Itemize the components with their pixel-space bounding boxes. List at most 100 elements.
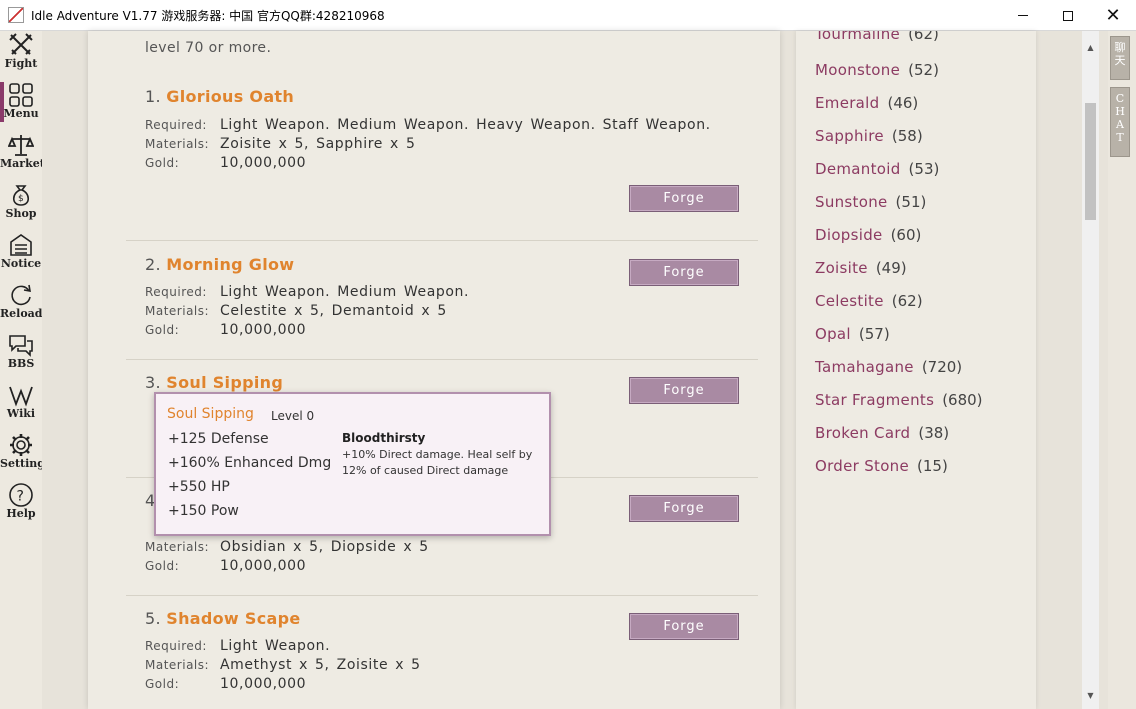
item-tooltip: Soul Sipping Level 0 +125 Defense +160% … (154, 392, 551, 536)
forge-recipe-panel: level 70 or more. 1. Glorious Oath Requi… (88, 31, 780, 709)
chat-tab-en[interactable]: CHAT (1110, 87, 1130, 157)
left-nav: Fight Menu Market $ Shop Notice Reload B… (0, 31, 45, 709)
recipe-required-row: Required: Light Weapon. Medium Weapon. He… (145, 117, 711, 133)
recipe-gold-row: Gold: 10,000,000 (145, 322, 307, 338)
nav-notice[interactable]: Notice (0, 231, 42, 281)
nav-notice-label: Notice (0, 257, 42, 270)
nav-menu[interactable]: Menu (0, 81, 42, 131)
list-item[interactable]: Diopside (60) (815, 226, 921, 244)
scroll-thumb[interactable] (1085, 103, 1096, 220)
minimize-icon (1018, 15, 1028, 16)
list-item[interactable]: Celestite (62) (815, 292, 923, 310)
list-item[interactable]: Tamahagane (720) (815, 358, 962, 376)
recipe-number: 1. (145, 87, 161, 106)
tooltip-item-level: Level 0 (271, 409, 315, 423)
tooltip-skill-name: Bloodthirsty (342, 431, 426, 445)
nav-bbs[interactable]: BBS (0, 331, 42, 381)
recipe-materials: Zoisite x 5, Sapphire x 5 (220, 136, 416, 152)
recipe-materials-row: Materials: Zoisite x 5, Sapphire x 5 (145, 136, 416, 152)
recipe-title: 3. Soul Sipping (145, 373, 283, 392)
recipe-materials-row: Materials: Obsidian x 5, Diopside x 5 (145, 539, 429, 555)
scales-icon (8, 135, 34, 156)
gear-icon (10, 434, 32, 456)
reload-icon (11, 284, 31, 306)
nav-reload[interactable]: Reload (0, 281, 42, 331)
nav-market[interactable]: Market (0, 131, 45, 181)
recipe-materials: Celestite x 5, Demantoid x 5 (220, 303, 447, 319)
tooltip-stat: +550 HP (168, 479, 230, 495)
forge-intro-text: level 70 or more. (145, 40, 272, 56)
list-item[interactable]: Emerald (46) (815, 94, 918, 112)
nav-shop[interactable]: $ Shop (0, 181, 42, 231)
app-icon (8, 7, 24, 23)
maximize-button[interactable] (1045, 0, 1091, 31)
recipe-required-row: Required: Light Weapon. (145, 638, 331, 654)
crossed-swords-icon (9, 33, 33, 55)
list-item[interactable]: Sapphire (58) (815, 127, 923, 145)
scroll-up-arrow-icon[interactable]: ▲ (1082, 39, 1099, 56)
window-title: Idle Adventure V1.77 游戏服务器: 中国 官方QQ群:428… (31, 8, 385, 23)
list-item[interactable]: Opal (57) (815, 325, 890, 343)
grid-icon (9, 83, 33, 107)
chat-tab-cn[interactable]: 聊天 (1110, 36, 1130, 80)
list-item[interactable]: Broken Card (38) (815, 424, 949, 442)
recipe-name: Morning Glow (166, 255, 295, 274)
recipe-materials: Amethyst x 5, Zoisite x 5 (220, 657, 421, 673)
tooltip-stat: +150 Pow (168, 503, 239, 519)
list-item[interactable]: Order Stone (15) (815, 457, 948, 475)
forge-button[interactable]: Forge (629, 259, 739, 286)
minimize-button[interactable] (1000, 0, 1046, 31)
recipe-number: 5. (145, 609, 161, 628)
help-icon: ? (9, 483, 33, 507)
nav-menu-label: Menu (3, 107, 39, 120)
forge-button[interactable]: Forge (629, 185, 739, 212)
nav-wiki[interactable]: Wiki (0, 381, 42, 431)
scroll-down-arrow-icon[interactable]: ▼ (1082, 687, 1099, 704)
recipe-gold: 10,000,000 (220, 322, 307, 338)
nav-shop-label: Shop (5, 207, 37, 220)
nav-setting[interactable]: Setting (0, 431, 45, 481)
list-item[interactable]: Moonstone (52) (815, 61, 939, 79)
vertical-scrollbar[interactable]: ▲ ▼ (1082, 31, 1099, 709)
recipe-divider (126, 240, 758, 241)
list-item[interactable]: Zoisite (49) (815, 259, 907, 277)
svg-text:$: $ (18, 194, 24, 204)
nav-setting-label: Setting (0, 457, 45, 470)
nav-help-label: Help (6, 507, 36, 520)
recipe-required: Light Weapon. (220, 638, 331, 654)
recipe-required: Light Weapon. Medium Weapon. Heavy Weapo… (220, 117, 711, 133)
nav-reload-label: Reload (0, 307, 43, 320)
forge-button[interactable]: Forge (629, 613, 739, 640)
list-item[interactable]: Sunstone (51) (815, 193, 926, 211)
forge-button[interactable]: Forge (629, 495, 739, 522)
recipe-materials-row: Materials: Amethyst x 5, Zoisite x 5 (145, 657, 421, 673)
list-item[interactable]: Star Fragments (680) (815, 391, 983, 409)
nav-bbs-label: BBS (7, 357, 35, 370)
recipe-divider (126, 595, 758, 596)
tooltip-item-name: Soul Sipping (167, 406, 254, 422)
chat-bubbles-icon (9, 335, 33, 357)
forge-button[interactable]: Forge (629, 377, 739, 404)
recipe-gold-row: Gold: 10,000,000 (145, 676, 307, 692)
nav-fight[interactable]: Fight (0, 31, 42, 81)
recipe-title: 1. Glorious Oath (145, 87, 294, 106)
nav-wiki-label: Wiki (6, 407, 36, 420)
recipe-required: Light Weapon. Medium Weapon. (220, 284, 470, 300)
maximize-icon (1063, 10, 1073, 21)
tooltip-stat: +125 Defense (168, 431, 269, 447)
close-button[interactable]: ✕ (1090, 0, 1136, 31)
recipe-title: 2. Morning Glow (145, 255, 294, 274)
recipe-name: Soul Sipping (166, 373, 284, 392)
nav-help[interactable]: ? Help (0, 481, 42, 531)
recipe-divider (126, 359, 758, 360)
tooltip-stat: +160% Enhanced Dmg (168, 455, 332, 471)
money-bag-icon: $ (12, 185, 30, 206)
svg-text:?: ? (17, 489, 24, 505)
recipe-gold-row: Gold: 10,000,000 (145, 155, 307, 171)
recipe-number: 2. (145, 255, 161, 274)
recipe-gold-row: Gold: 10,000,000 (145, 558, 307, 574)
notice-board-icon (10, 234, 32, 256)
list-item[interactable]: Tourmaline (62) (815, 31, 939, 43)
recipe-name: Shadow Scape (166, 609, 301, 628)
list-item[interactable]: Demantoid (53) (815, 160, 939, 178)
